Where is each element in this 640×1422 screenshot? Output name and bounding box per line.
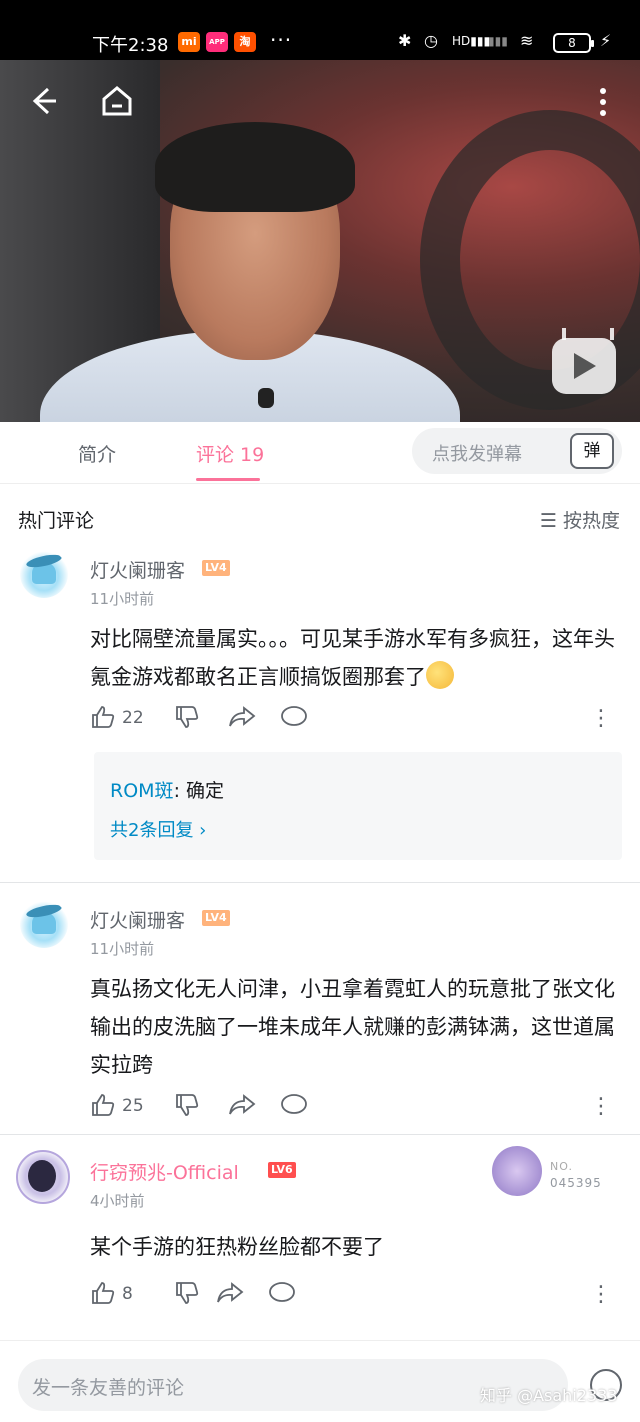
- watermark: 知乎 @Asahi2333: [480, 1386, 618, 1405]
- bluetooth-icon: ✱: [398, 31, 412, 50]
- more-vertical-icon[interactable]: ⋮: [590, 706, 612, 731]
- reply-username[interactable]: ROM斑: [110, 780, 174, 802]
- comment-username[interactable]: 灯火阑珊客: [90, 556, 185, 583]
- more-vertical-icon[interactable]: [598, 86, 608, 126]
- sort-by-hot-button[interactable]: ☰ 按热度: [540, 506, 620, 533]
- charging-icon: ⚡: [600, 31, 612, 50]
- divider: [0, 1134, 640, 1135]
- hot-comments-title: 热门评论: [18, 510, 95, 532]
- shop-app-icon: APP: [206, 32, 228, 52]
- comment-username[interactable]: 行窃预兆-Official: [90, 1158, 239, 1185]
- tab-intro[interactable]: 简介: [78, 440, 116, 467]
- dislike-icon[interactable]: [174, 704, 200, 738]
- alarm-icon: ◷: [424, 31, 438, 50]
- comment-time: 11小时前: [90, 940, 155, 958]
- like-icon[interactable]: [90, 704, 116, 738]
- more-vertical-icon[interactable]: ⋮: [590, 1094, 612, 1119]
- fan-badge-label: NO.: [550, 1160, 573, 1173]
- emoji-icon: [426, 661, 454, 689]
- dislike-icon[interactable]: [174, 1280, 200, 1314]
- divider: [0, 882, 640, 883]
- share-icon[interactable]: [228, 1092, 256, 1126]
- battery-icon: 8: [553, 33, 594, 53]
- like-icon[interactable]: [90, 1280, 116, 1314]
- avatar[interactable]: [20, 550, 68, 598]
- reply-preview[interactable]: ROM斑: 确定 共2条回复 ›: [94, 752, 622, 860]
- avatar[interactable]: [16, 1150, 70, 1204]
- reply-icon[interactable]: [280, 704, 308, 738]
- fan-badge-avatar: [492, 1146, 542, 1196]
- microphone: [258, 388, 274, 408]
- comment-text: 对比隔壁流量属实。。。可见某手游水军有多疯狂，这年头氪金游戏都敢名正言顺搞饭圈那…: [90, 627, 615, 689]
- comment-text: 某个手游的狂热粉丝脸都不要了: [90, 1235, 384, 1259]
- home-icon[interactable]: [100, 84, 134, 126]
- share-icon[interactable]: [216, 1280, 244, 1314]
- tab-active-indicator: [196, 478, 260, 481]
- danmaku-placeholder: 点我发弹幕: [432, 444, 522, 465]
- reply-icon[interactable]: [268, 1280, 296, 1314]
- avatar[interactable]: [20, 900, 68, 948]
- bilibili-tv-icon[interactable]: [552, 338, 616, 394]
- view-replies-link[interactable]: 共2条回复 ›: [110, 816, 206, 842]
- status-bar: 下午2:38 mi APP 淘 ··· ✱ ◷ HD▮▮▮ ▮▮▮ ≋ 8 ⚡: [0, 0, 640, 60]
- reply-text: : 确定: [173, 780, 225, 802]
- share-icon[interactable]: [228, 704, 256, 738]
- dislike-icon[interactable]: [174, 1092, 200, 1126]
- comment-time: 11小时前: [90, 590, 155, 608]
- like-count: 8: [122, 1284, 133, 1304]
- level-badge: LV4: [202, 910, 230, 926]
- level-badge: LV6: [268, 1162, 296, 1178]
- more-vertical-icon[interactable]: ⋮: [590, 1282, 612, 1307]
- more-notifications-icon: ···: [270, 28, 293, 52]
- comment-time: 4小时前: [90, 1192, 145, 1210]
- comment-input-bar: 发一条友善的评论: [0, 1340, 640, 1422]
- signal-icon: ▮▮▮: [488, 34, 508, 48]
- hd-signal-icon: HD▮▮▮: [452, 34, 491, 48]
- tab-comments[interactable]: 评论 19: [196, 440, 264, 467]
- video-person-hair: [155, 122, 355, 212]
- mi-app-icon: mi: [178, 32, 200, 52]
- comment-username[interactable]: 灯火阑珊客: [90, 906, 185, 933]
- like-count: 22: [122, 708, 144, 728]
- fan-badge-number: 045395: [550, 1176, 602, 1190]
- level-badge: LV4: [202, 560, 230, 576]
- comment-input-placeholder: 发一条友善的评论: [32, 1377, 185, 1399]
- danmaku-toggle-icon[interactable]: 弹: [570, 433, 614, 469]
- like-count: 25: [122, 1096, 144, 1116]
- like-icon[interactable]: [90, 1092, 116, 1126]
- video-player[interactable]: [0, 60, 640, 422]
- status-time: 下午2:38: [92, 35, 169, 56]
- comment-text: 真弘扬文化无人问津，小丑拿着霓虹人的玩意批了张文化输出的皮洗脑了一堆未成年人就赚…: [90, 977, 615, 1077]
- wifi-icon: ≋: [520, 31, 534, 50]
- fan-badge[interactable]: NO. 045395: [484, 1146, 614, 1202]
- reply-icon[interactable]: [280, 1092, 308, 1126]
- danmaku-input[interactable]: 点我发弹幕 弹: [412, 428, 622, 474]
- reply-line: ROM斑: 确定: [110, 776, 224, 803]
- arrow-left-icon[interactable]: [26, 84, 60, 126]
- taobao-app-icon: 淘: [234, 32, 256, 52]
